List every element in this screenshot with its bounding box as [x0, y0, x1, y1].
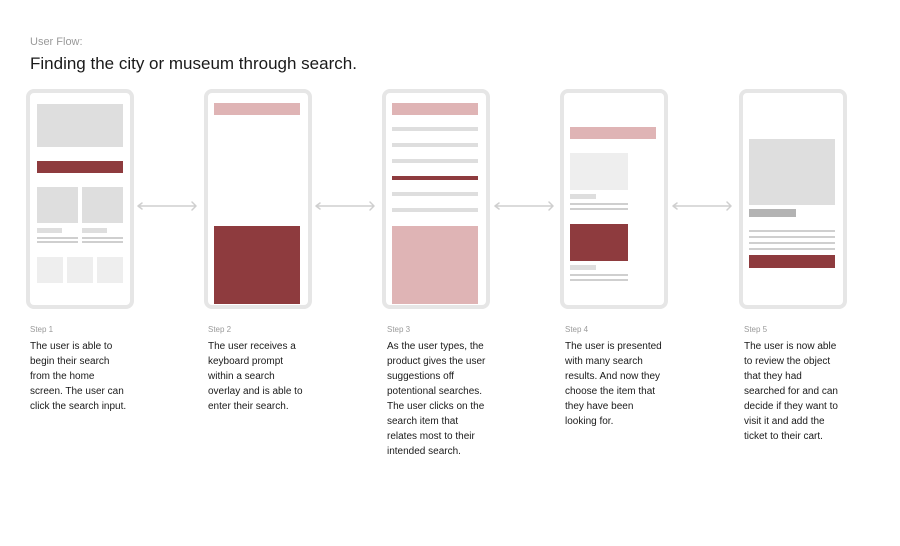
- search-bar-placeholder: [392, 103, 478, 115]
- search-bar-placeholder: [214, 103, 300, 115]
- text-line-placeholder: [749, 248, 835, 250]
- text-line-placeholder: [82, 228, 107, 233]
- page-title: Finding the city or museum through searc…: [30, 54, 357, 73]
- text-line-placeholder: [37, 228, 62, 233]
- step-description: The user is now able to review the objec…: [744, 341, 838, 442]
- result-title-placeholder: [570, 194, 596, 199]
- suggestion-item: [392, 127, 478, 131]
- detail-title-placeholder: [749, 209, 796, 217]
- step-label: Step 3: [387, 325, 411, 334]
- text-line-placeholder: [82, 241, 123, 243]
- wireframe-object-detail: [739, 89, 847, 309]
- text-line-placeholder: [570, 274, 628, 276]
- card-placeholder: [37, 187, 78, 223]
- step-description: The user is presented with many search r…: [565, 341, 662, 427]
- keyboard-placeholder: [214, 226, 300, 304]
- suggestion-item: [392, 159, 478, 163]
- suggestion-item: [392, 208, 478, 212]
- suggestion-item-selected: [392, 176, 478, 180]
- suggestion-item: [392, 143, 478, 147]
- wireframe-search-overlay: [204, 89, 312, 309]
- text-line-placeholder: [37, 237, 78, 239]
- step-description: The user receives a keyboard prompt with…: [208, 341, 303, 412]
- thumbnail-placeholder: [97, 257, 123, 283]
- step-description: As the user types, the product gives the…: [387, 341, 486, 457]
- step-label: Step 5: [744, 325, 768, 334]
- hero-placeholder: [37, 104, 123, 147]
- step-label: Step 2: [208, 325, 232, 334]
- add-to-cart-placeholder: [749, 255, 835, 268]
- suggestion-item: [392, 192, 478, 196]
- search-input-placeholder: [37, 161, 123, 173]
- flow-arrow-icon: [315, 201, 375, 211]
- thumbnail-placeholder: [37, 257, 63, 283]
- step-description: The user is able to begin their search f…: [30, 341, 127, 412]
- text-line-placeholder: [82, 237, 123, 239]
- step-label: Step 1: [30, 325, 54, 334]
- text-line-placeholder: [749, 236, 835, 238]
- text-line-placeholder: [570, 203, 628, 205]
- detail-image-placeholder: [749, 139, 835, 205]
- result-title-placeholder: [570, 265, 596, 270]
- result-image-selected: [570, 224, 628, 261]
- card-placeholder: [82, 187, 123, 223]
- text-line-placeholder: [570, 279, 628, 281]
- flow-eyebrow: User Flow:: [30, 36, 83, 48]
- flow-arrow-icon: [137, 201, 197, 211]
- flow-arrow-icon: [672, 201, 732, 211]
- text-line-placeholder: [570, 208, 628, 210]
- wireframe-home-screen: [26, 89, 134, 309]
- thumbnail-placeholder: [67, 257, 93, 283]
- text-line-placeholder: [749, 242, 835, 244]
- text-line-placeholder: [37, 241, 78, 243]
- wireframe-search-suggestions: [382, 89, 490, 309]
- wireframe-search-results: [560, 89, 668, 309]
- keyboard-placeholder: [392, 226, 478, 304]
- flow-arrow-icon: [494, 201, 554, 211]
- text-line-placeholder: [749, 230, 835, 232]
- step-label: Step 4: [565, 325, 589, 334]
- search-bar-placeholder: [570, 127, 656, 139]
- result-image-placeholder: [570, 153, 628, 190]
